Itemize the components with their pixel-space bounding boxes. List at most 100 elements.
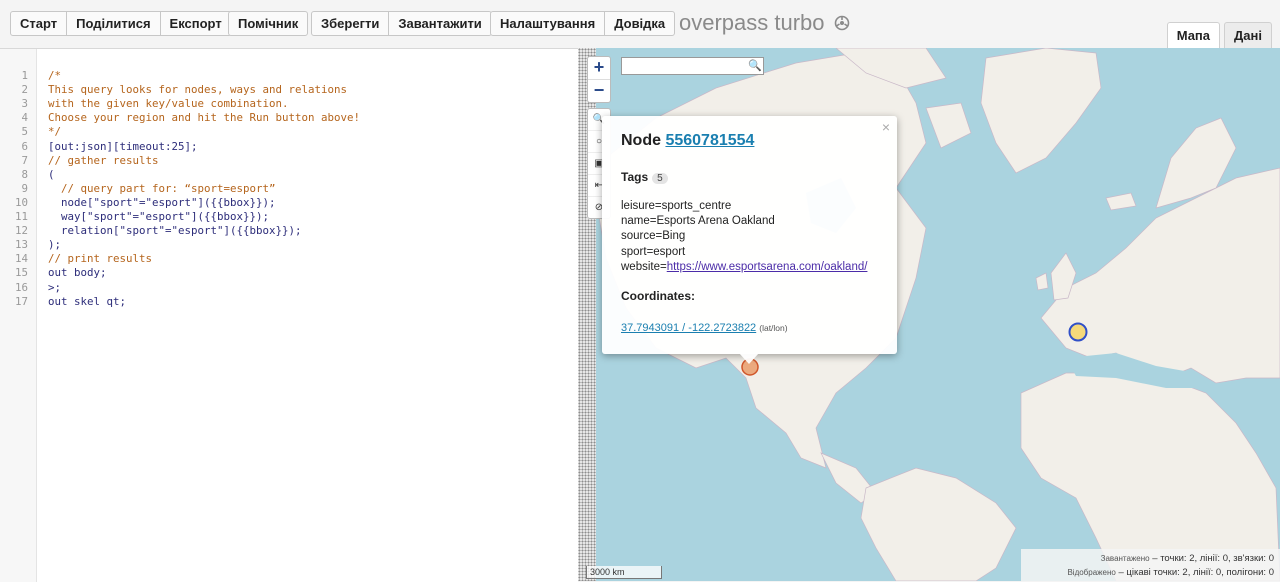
app-logo: overpass turbo <box>679 10 850 37</box>
search-icon[interactable]: 🔍 <box>748 58 762 74</box>
tags-label: Tags <box>621 170 649 184</box>
toolbar: Старт Поділитися Експорт Помічник Зберег… <box>0 0 1280 48</box>
code-text: node["sport"="esport"]({{bbox}}); <box>48 195 276 209</box>
button-group-file: Старт Поділитися Експорт <box>10 11 232 36</box>
run-button[interactable]: Старт <box>11 12 68 35</box>
code-line: 11 way["sport"="esport"]({{bbox}}); <box>0 210 269 224</box>
code-text: // gather results <box>48 153 159 167</box>
code-text: >; <box>48 280 62 294</box>
code-line: 14 // print results <box>0 252 152 266</box>
line-number: 6 <box>21 139 28 153</box>
settings-button[interactable]: Налаштування <box>491 12 606 35</box>
line-number: 14 <box>14 252 28 266</box>
tab-data[interactable]: Дані <box>1224 22 1272 48</box>
line-number: 11 <box>14 210 28 223</box>
line-number: 7 <box>21 153 28 167</box>
node-marker-europe[interactable] <box>1068 322 1088 342</box>
view-tabs: Мапа Дані <box>1163 22 1272 48</box>
line-number: 3 <box>21 97 28 111</box>
line-number: 9 <box>21 181 28 195</box>
gear-icon <box>834 11 850 37</box>
code-text: relation["sport"="esport"]({{bbox}}); <box>48 224 302 238</box>
line-number: 17 <box>14 294 28 308</box>
share-button[interactable]: Поділитися <box>67 12 161 35</box>
button-group-wizard: Помічник <box>228 11 309 36</box>
tag-item: website=https://www.esportsarena.com/oak… <box>621 260 867 275</box>
code-line: 13); <box>0 238 61 252</box>
node-popup: × Node 5560781554 Tags 5 leisure=sports_c… <box>602 116 897 354</box>
website-link[interactable]: https://www.esportsarena.com/oakland/ <box>667 261 868 273</box>
code-line: 9 // query part for: “sport=esport” <box>0 181 275 196</box>
coordinates-value: 37.7943091 / -122.2723822 (lat/lon) <box>621 322 788 334</box>
code-line: 7 // gather results <box>0 153 158 168</box>
line-number: 12 <box>14 224 28 238</box>
code-line: 8( <box>0 167 54 182</box>
code-line: 12 relation["sport"="esport"]({{bbox}}); <box>0 224 302 238</box>
tags-count-badge: 5 <box>652 173 668 184</box>
popup-tip <box>739 353 759 364</box>
stats-shown-label: Відображено <box>1067 568 1116 577</box>
code-line: 3 with the given key/value combination. <box>0 97 288 111</box>
line-number: 13 <box>14 238 28 252</box>
close-icon[interactable]: × <box>882 119 890 135</box>
help-button[interactable]: Довідка <box>605 12 674 35</box>
stats-shown-value: – цікаві точки: 2, лінії: 0, полігони: 0 <box>1118 567 1274 578</box>
code-text: // query part for: “sport=esport” <box>48 181 276 195</box>
code-text: This query looks for nodes, ways and rel… <box>48 83 348 97</box>
line-number: 10 <box>14 195 28 209</box>
wizard-button[interactable]: Помічник <box>229 12 307 35</box>
code-text: [out:json][timeout:25]; <box>48 139 198 153</box>
code-text: out body; <box>48 266 107 280</box>
app-logo-text: overpass turbo <box>679 10 825 35</box>
coordinates-heading: Coordinates: <box>621 289 696 303</box>
load-button[interactable]: Завантажити <box>389 12 490 35</box>
code-text: Choose your region and hit the Run butto… <box>48 111 361 125</box>
button-group-save: Зберегти Завантажити <box>311 11 492 36</box>
code-text: way["sport"="esport"]({{bbox}}); <box>48 210 270 223</box>
tab-map[interactable]: Мапа <box>1166 22 1221 48</box>
code-line: 16 >; <box>0 280 61 295</box>
line-number: 16 <box>14 280 28 294</box>
code-line: 1 /* <box>0 69 61 83</box>
coordinates-unit: (lat/lon) <box>759 323 788 333</box>
code-text: */ <box>48 125 62 139</box>
zoom-in-button[interactable]: + <box>588 57 610 80</box>
tag-item: sport=esport <box>621 245 686 258</box>
code-line: 2 This query looks for nodes, ways and re… <box>0 83 347 97</box>
tag-item: leisure=sports_centre <box>621 200 732 212</box>
code-line: 5 */ <box>0 125 61 139</box>
code-line: 4 Choose your region and hit the Run butt… <box>0 111 360 125</box>
code-editor[interactable]: 1 /* 2 This query looks for nodes, ways and… <box>0 48 578 582</box>
map-stats: Завантажено – точки: 2, лінії: 0, зв'язк… <box>1021 549 1280 581</box>
node-id-link[interactable]: 5560781554 <box>665 132 754 149</box>
line-number: 4 <box>21 111 28 125</box>
code-line: 17 out skel qt; <box>0 294 126 309</box>
code-line: 6 [out:json][timeout:25]; <box>0 139 197 154</box>
line-number: 5 <box>21 125 28 139</box>
code-text: /* <box>48 69 62 82</box>
stats-loaded-value: – точки: 2, лінії: 0, зв'язки: 0 <box>1152 553 1274 564</box>
map-scale: 3000 km <box>586 566 662 579</box>
stats-loaded-label: Завантажено <box>1100 554 1150 563</box>
tag-item: name=Esports Arena Oakland <box>621 215 775 228</box>
tag-list: leisure=sports_centre name=Esports Arena… <box>621 199 867 275</box>
code-line: 10 node["sport"="esport"]({{bbox}}); <box>0 195 276 210</box>
popup-title-prefix: Node <box>621 132 661 149</box>
zoom-control: + − <box>587 56 611 103</box>
coordinates-link[interactable]: 37.7943091 / -122.2723822 <box>621 322 756 334</box>
code-text: ( <box>48 167 55 181</box>
button-group-settings: Налаштування Довідка <box>490 11 676 36</box>
stats-shown: Відображено – цікаві точки: 2, лінії: 0,… <box>1021 566 1274 580</box>
zoom-out-button[interactable]: − <box>588 80 610 102</box>
line-number: 2 <box>21 83 28 97</box>
code-text: out skel qt; <box>48 294 127 308</box>
website-key: website= <box>621 260 667 273</box>
export-button[interactable]: Експорт <box>161 12 231 35</box>
line-number: 1 <box>21 69 28 82</box>
map-search-input[interactable] <box>621 57 764 75</box>
code-text: ); <box>48 238 62 252</box>
line-number: 8 <box>21 167 28 181</box>
code-text: with the given key/value combination. <box>48 97 289 111</box>
stats-loaded: Завантажено – точки: 2, лінії: 0, зв'язк… <box>1021 552 1274 566</box>
save-button[interactable]: Зберегти <box>312 12 390 35</box>
